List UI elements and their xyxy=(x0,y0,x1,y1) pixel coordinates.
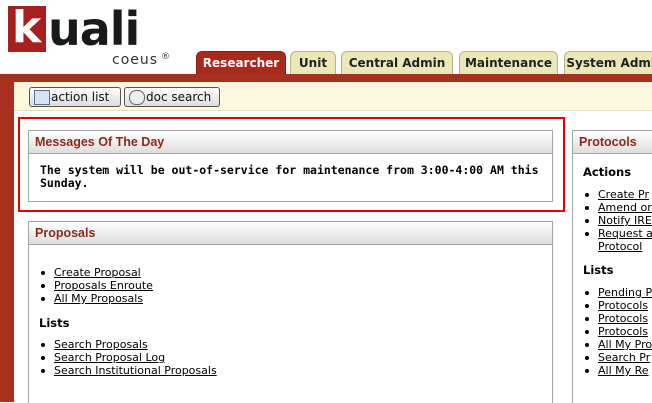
proposals-actions-list: Create Proposal Proposals Enroute All My… xyxy=(38,266,153,305)
list-item: Protocols xyxy=(582,312,652,325)
highlight-frame xyxy=(18,117,565,212)
list-item: All My Re xyxy=(582,364,652,377)
proposals-panel: Proposals Create Proposal Proposals Enro… xyxy=(28,221,553,403)
protocol-list-link[interactable]: Pending P xyxy=(598,286,652,299)
protocols-actions-list: Create Pr Amend or Notify IRE Request a … xyxy=(582,188,652,253)
logo-word: uali xyxy=(48,2,140,56)
list-item: Request a xyxy=(582,227,652,240)
list-item: Protocols xyxy=(582,299,652,312)
header-band xyxy=(0,74,652,82)
list-item: Protocols xyxy=(582,325,652,338)
logo-k-block: k xyxy=(8,2,46,53)
list-item: Create Pr xyxy=(582,188,652,201)
list-icon xyxy=(34,90,50,105)
tab-researcher[interactable]: Researcher xyxy=(196,51,286,75)
lists-heading: Lists xyxy=(39,316,70,330)
list-item: Amend or xyxy=(582,201,652,214)
lists-heading: Lists xyxy=(583,263,614,277)
list-item: All My Pro xyxy=(582,338,652,351)
doc-search-button[interactable]: doc search xyxy=(124,87,220,107)
logo-subtitle: coeus ® xyxy=(112,52,172,68)
proposals-lists-list: Search Proposals Search Proposal Log Sea… xyxy=(38,338,217,377)
list-item: All My Proposals xyxy=(38,292,153,305)
list-item: Pending P xyxy=(582,286,652,299)
list-item: Search Institutional Proposals xyxy=(38,364,217,377)
protocol-list-link[interactable]: All My Re xyxy=(598,364,649,377)
action-list-button[interactable]: action list xyxy=(29,87,121,107)
protocol-action-link[interactable]: Request a xyxy=(598,227,652,240)
kuali-logo: k uali coeus ® xyxy=(2,2,192,70)
search-proposal-log-link[interactable]: Search Proposal Log xyxy=(54,351,165,364)
list-item: Proposals Enroute xyxy=(38,279,153,292)
panel-title: Protocols xyxy=(573,131,652,154)
protocols-lists-list: Pending P Protocols Protocols Protocols … xyxy=(582,286,652,377)
protocol-action-link[interactable]: Notify IRE xyxy=(598,214,652,227)
list-item: Search Proposal Log xyxy=(38,351,217,364)
protocol-list-link[interactable]: Protocols xyxy=(598,325,648,338)
protocol-action-link[interactable]: Create Pr xyxy=(598,188,649,201)
list-item: Create Proposal xyxy=(38,266,153,279)
tab-unit[interactable]: Unit xyxy=(290,51,336,75)
list-item: Notify IRE xyxy=(582,214,652,227)
list-item: Search Pr xyxy=(582,351,652,364)
left-border xyxy=(0,82,14,402)
search-icon xyxy=(129,90,145,105)
tab-system-admin[interactable]: System Admin xyxy=(564,51,652,75)
create-proposal-link[interactable]: Create Proposal xyxy=(54,266,141,279)
protocol-list-link[interactable]: All My Pro xyxy=(598,338,652,351)
protocol-list-link[interactable]: Search Pr xyxy=(598,351,650,364)
list-item: Protocol xyxy=(582,240,652,253)
protocol-list-link[interactable]: Protocols xyxy=(598,312,648,325)
list-item: Search Proposals xyxy=(38,338,217,351)
header: k uali coeus ® Researcher Unit Central Ad… xyxy=(0,0,652,75)
proposals-enroute-link[interactable]: Proposals Enroute xyxy=(54,279,153,292)
search-proposals-link[interactable]: Search Proposals xyxy=(54,338,148,351)
tab-central-admin[interactable]: Central Admin xyxy=(341,51,453,75)
protocol-action-link[interactable]: Amend or xyxy=(598,201,652,214)
toolbar: action list doc search xyxy=(14,82,652,111)
actions-heading: Actions xyxy=(583,165,632,179)
search-institutional-proposals-link[interactable]: Search Institutional Proposals xyxy=(54,364,217,377)
protocol-list-link[interactable]: Protocols xyxy=(598,299,648,312)
panel-title: Proposals xyxy=(29,222,552,245)
all-my-proposals-link[interactable]: All My Proposals xyxy=(54,292,143,305)
protocol-action-link-continued[interactable]: Protocol xyxy=(598,240,642,253)
tab-maintenance[interactable]: Maintenance xyxy=(459,51,558,75)
protocols-panel: Protocols Actions Create Pr Amend or Not… xyxy=(572,130,652,403)
